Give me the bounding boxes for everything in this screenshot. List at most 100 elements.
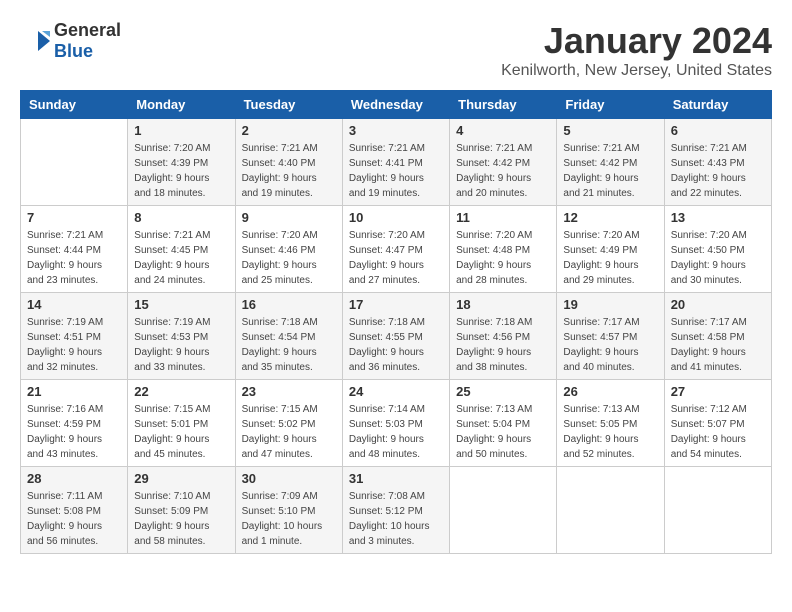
day-number: 20	[671, 297, 765, 312]
day-info: Sunrise: 7:18 AMSunset: 4:56 PMDaylight:…	[456, 315, 550, 375]
day-number: 8	[134, 210, 228, 225]
day-cell: 10 Sunrise: 7:20 AMSunset: 4:47 PMDayligh…	[342, 206, 449, 293]
day-number: 21	[27, 384, 121, 399]
weekday-header-monday: Monday	[128, 91, 235, 119]
day-cell: 27Sunrise: 7:12 AMSunset: 5:07 PMDayligh…	[664, 380, 771, 467]
day-cell: 18 Sunrise: 7:18 AMSunset: 4:56 PMDayligh…	[450, 293, 557, 380]
day-number: 2	[242, 123, 336, 138]
weekday-header-saturday: Saturday	[664, 91, 771, 119]
day-cell: 5Sunrise: 7:21 AMSunset: 4:42 PMDaylight…	[557, 119, 664, 206]
day-number: 1	[134, 123, 228, 138]
weekday-header-friday: Friday	[557, 91, 664, 119]
title-section: January 2024 Kenilworth, New Jersey, Uni…	[501, 20, 772, 80]
day-number: 7	[27, 210, 121, 225]
day-cell: 16 Sunrise: 7:18 AMSunset: 4:54 PMDayligh…	[235, 293, 342, 380]
day-info: Sunrise: 7:18 AMSunset: 4:55 PMDaylight:…	[349, 315, 443, 375]
day-info: Sunrise: 7:21 AMSunset: 4:44 PMDaylight:…	[27, 228, 121, 288]
day-cell: 3 Sunrise: 7:21 AMSunset: 4:41 PMDaylight…	[342, 119, 449, 206]
day-number: 13	[671, 210, 765, 225]
day-cell: 7 Sunrise: 7:21 AMSunset: 4:44 PMDaylight…	[21, 206, 128, 293]
header: General Blue January 2024 Kenilworth, Ne…	[20, 20, 772, 80]
day-cell: 4 Sunrise: 7:21 AMSunset: 4:42 PMDaylight…	[450, 119, 557, 206]
logo-blue-text: Blue	[54, 41, 93, 61]
day-cell: 30 Sunrise: 7:09 AMSunset: 5:10 PMDayligh…	[235, 467, 342, 554]
day-info: Sunrise: 7:10 AMSunset: 5:09 PMDaylight:…	[134, 489, 228, 549]
day-cell: 12Sunrise: 7:20 AMSunset: 4:49 PMDayligh…	[557, 206, 664, 293]
logo: General Blue	[20, 20, 121, 62]
day-cell: 9 Sunrise: 7:20 AMSunset: 4:46 PMDaylight…	[235, 206, 342, 293]
day-number: 16	[242, 297, 336, 312]
day-info: Sunrise: 7:20 AMSunset: 4:46 PMDaylight:…	[242, 228, 336, 288]
week-row-2: 7 Sunrise: 7:21 AMSunset: 4:44 PMDaylight…	[21, 206, 772, 293]
day-info: Sunrise: 7:16 AMSunset: 4:59 PMDaylight:…	[27, 402, 121, 462]
day-info: Sunrise: 7:11 AMSunset: 5:08 PMDaylight:…	[27, 489, 121, 549]
day-cell: 19Sunrise: 7:17 AMSunset: 4:57 PMDayligh…	[557, 293, 664, 380]
day-number: 15	[134, 297, 228, 312]
day-number: 4	[456, 123, 550, 138]
day-info: Sunrise: 7:15 AMSunset: 5:02 PMDaylight:…	[242, 402, 336, 462]
day-cell: 24Sunrise: 7:14 AMSunset: 5:03 PMDayligh…	[342, 380, 449, 467]
day-cell: 11 Sunrise: 7:20 AMSunset: 4:48 PMDayligh…	[450, 206, 557, 293]
day-info: Sunrise: 7:20 AMSunset: 4:39 PMDaylight:…	[134, 141, 228, 201]
week-row-1: 1 Sunrise: 7:20 AMSunset: 4:39 PMDaylight…	[21, 119, 772, 206]
day-cell: 31 Sunrise: 7:08 AMSunset: 5:12 PMDayligh…	[342, 467, 449, 554]
day-info: Sunrise: 7:18 AMSunset: 4:54 PMDaylight:…	[242, 315, 336, 375]
day-cell: 22 Sunrise: 7:15 AMSunset: 5:01 PMDayligh…	[128, 380, 235, 467]
day-info: Sunrise: 7:09 AMSunset: 5:10 PMDaylight:…	[242, 489, 336, 549]
day-number: 12	[563, 210, 657, 225]
day-cell	[664, 467, 771, 554]
day-number: 17	[349, 297, 443, 312]
day-info: Sunrise: 7:21 AMSunset: 4:43 PMDaylight:…	[671, 141, 765, 201]
day-info: Sunrise: 7:21 AMSunset: 4:42 PMDaylight:…	[456, 141, 550, 201]
day-cell: 14 Sunrise: 7:19 AMSunset: 4:51 PMDayligh…	[21, 293, 128, 380]
day-number: 29	[134, 471, 228, 486]
week-row-5: 28 Sunrise: 7:11 AMSunset: 5:08 PMDayligh…	[21, 467, 772, 554]
day-number: 30	[242, 471, 336, 486]
weekday-header-tuesday: Tuesday	[235, 91, 342, 119]
day-info: Sunrise: 7:20 AMSunset: 4:50 PMDaylight:…	[671, 228, 765, 288]
day-cell: 23Sunrise: 7:15 AMSunset: 5:02 PMDayligh…	[235, 380, 342, 467]
day-info: Sunrise: 7:21 AMSunset: 4:45 PMDaylight:…	[134, 228, 228, 288]
day-cell: 2 Sunrise: 7:21 AMSunset: 4:40 PMDaylight…	[235, 119, 342, 206]
location-title: Kenilworth, New Jersey, United States	[501, 62, 772, 80]
day-number: 11	[456, 210, 550, 225]
day-cell: 15Sunrise: 7:19 AMSunset: 4:53 PMDayligh…	[128, 293, 235, 380]
day-number: 14	[27, 297, 121, 312]
day-cell: 8 Sunrise: 7:21 AMSunset: 4:45 PMDaylight…	[128, 206, 235, 293]
day-info: Sunrise: 7:20 AMSunset: 4:47 PMDaylight:…	[349, 228, 443, 288]
day-info: Sunrise: 7:13 AMSunset: 5:04 PMDaylight:…	[456, 402, 550, 462]
day-number: 3	[349, 123, 443, 138]
day-number: 26	[563, 384, 657, 399]
weekday-header-wednesday: Wednesday	[342, 91, 449, 119]
day-number: 31	[349, 471, 443, 486]
day-cell: 1 Sunrise: 7:20 AMSunset: 4:39 PMDaylight…	[128, 119, 235, 206]
day-number: 9	[242, 210, 336, 225]
day-cell: 26 Sunrise: 7:13 AMSunset: 5:05 PMDayligh…	[557, 380, 664, 467]
day-info: Sunrise: 7:21 AMSunset: 4:40 PMDaylight:…	[242, 141, 336, 201]
week-row-4: 21 Sunrise: 7:16 AMSunset: 4:59 PMDayligh…	[21, 380, 772, 467]
day-info: Sunrise: 7:08 AMSunset: 5:12 PMDaylight:…	[349, 489, 443, 549]
weekday-header-sunday: Sunday	[21, 91, 128, 119]
logo-general-text: General	[54, 20, 121, 40]
day-info: Sunrise: 7:17 AMSunset: 4:57 PMDaylight:…	[563, 315, 657, 375]
day-info: Sunrise: 7:13 AMSunset: 5:05 PMDaylight:…	[563, 402, 657, 462]
day-info: Sunrise: 7:20 AMSunset: 4:48 PMDaylight:…	[456, 228, 550, 288]
day-number: 28	[27, 471, 121, 486]
day-info: Sunrise: 7:19 AMSunset: 4:51 PMDaylight:…	[27, 315, 121, 375]
week-row-3: 14 Sunrise: 7:19 AMSunset: 4:51 PMDayligh…	[21, 293, 772, 380]
day-info: Sunrise: 7:15 AMSunset: 5:01 PMDaylight:…	[134, 402, 228, 462]
day-number: 18	[456, 297, 550, 312]
day-cell	[21, 119, 128, 206]
day-cell: 21 Sunrise: 7:16 AMSunset: 4:59 PMDayligh…	[21, 380, 128, 467]
day-info: Sunrise: 7:12 AMSunset: 5:07 PMDaylight:…	[671, 402, 765, 462]
day-number: 10	[349, 210, 443, 225]
day-number: 24	[349, 384, 443, 399]
day-cell: 20Sunrise: 7:17 AMSunset: 4:58 PMDayligh…	[664, 293, 771, 380]
logo-icon	[20, 29, 50, 53]
day-cell: 13 Sunrise: 7:20 AMSunset: 4:50 PMDayligh…	[664, 206, 771, 293]
day-info: Sunrise: 7:21 AMSunset: 4:42 PMDaylight:…	[563, 141, 657, 201]
day-cell: 25Sunrise: 7:13 AMSunset: 5:04 PMDayligh…	[450, 380, 557, 467]
day-cell	[450, 467, 557, 554]
day-number: 22	[134, 384, 228, 399]
day-info: Sunrise: 7:21 AMSunset: 4:41 PMDaylight:…	[349, 141, 443, 201]
